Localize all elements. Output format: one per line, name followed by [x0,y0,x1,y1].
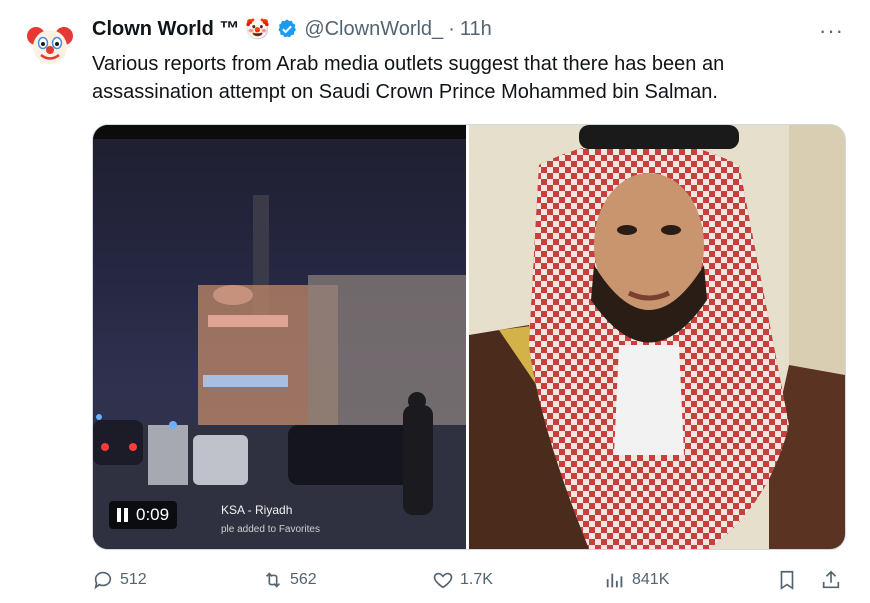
verified-badge-icon[interactable] [276,18,298,40]
more-options-button[interactable]: ··· [819,18,844,44]
pause-icon[interactable] [117,508,128,522]
timestamp[interactable]: 11h [460,18,492,41]
share-button[interactable] [820,569,842,591]
views-count: 841K [632,571,670,588]
repost-icon [265,572,281,588]
clown-emoji-icon: 🤡 [245,18,271,41]
reply-count: 512 [120,571,147,588]
views-button[interactable]: 841K [604,569,669,591]
like-button[interactable]: 1.7K [432,569,493,591]
reply-button[interactable]: 512 [92,569,147,591]
reply-icon [94,571,112,590]
tweet-text: Various reports from Arab media outlets … [92,53,725,103]
video-controls[interactable]: 0:09 [109,501,178,529]
media-container: 0:09 KSA - Riyadh ple added to Favorites [92,124,846,550]
repost-count: 562 [290,571,317,588]
share-icon [822,570,840,589]
handle[interactable]: @ClownWorld_ [304,18,443,41]
like-count: 1.7K [460,571,493,588]
heart-icon [433,572,453,589]
tweet-header: Clown World ™ 🤡 @ClownWorld_ · 11h [92,14,850,44]
clown-face-icon [27,27,73,64]
video-timestamp: 0:09 [136,505,170,524]
action-bar: 512 562 1.7K 841K [92,566,846,594]
video-favorites-caption: ple added to Favorites [221,524,320,535]
portrait-photo[interactable] [469,125,845,549]
avatar[interactable] [26,20,74,68]
portrait-photo-icon [469,125,845,549]
bookmark-icon [780,570,794,590]
video-player[interactable]: 0:09 KSA - Riyadh ple added to Favorites [93,125,466,549]
bookmark-button[interactable] [776,569,798,591]
separator-dot: · [448,17,455,40]
video-location-caption: KSA - Riyadh [221,503,293,517]
repost-button[interactable]: 562 [262,569,317,591]
views-icon [606,573,623,588]
display-name[interactable]: Clown World ™ [92,18,239,41]
night-street-scene [93,139,466,549]
